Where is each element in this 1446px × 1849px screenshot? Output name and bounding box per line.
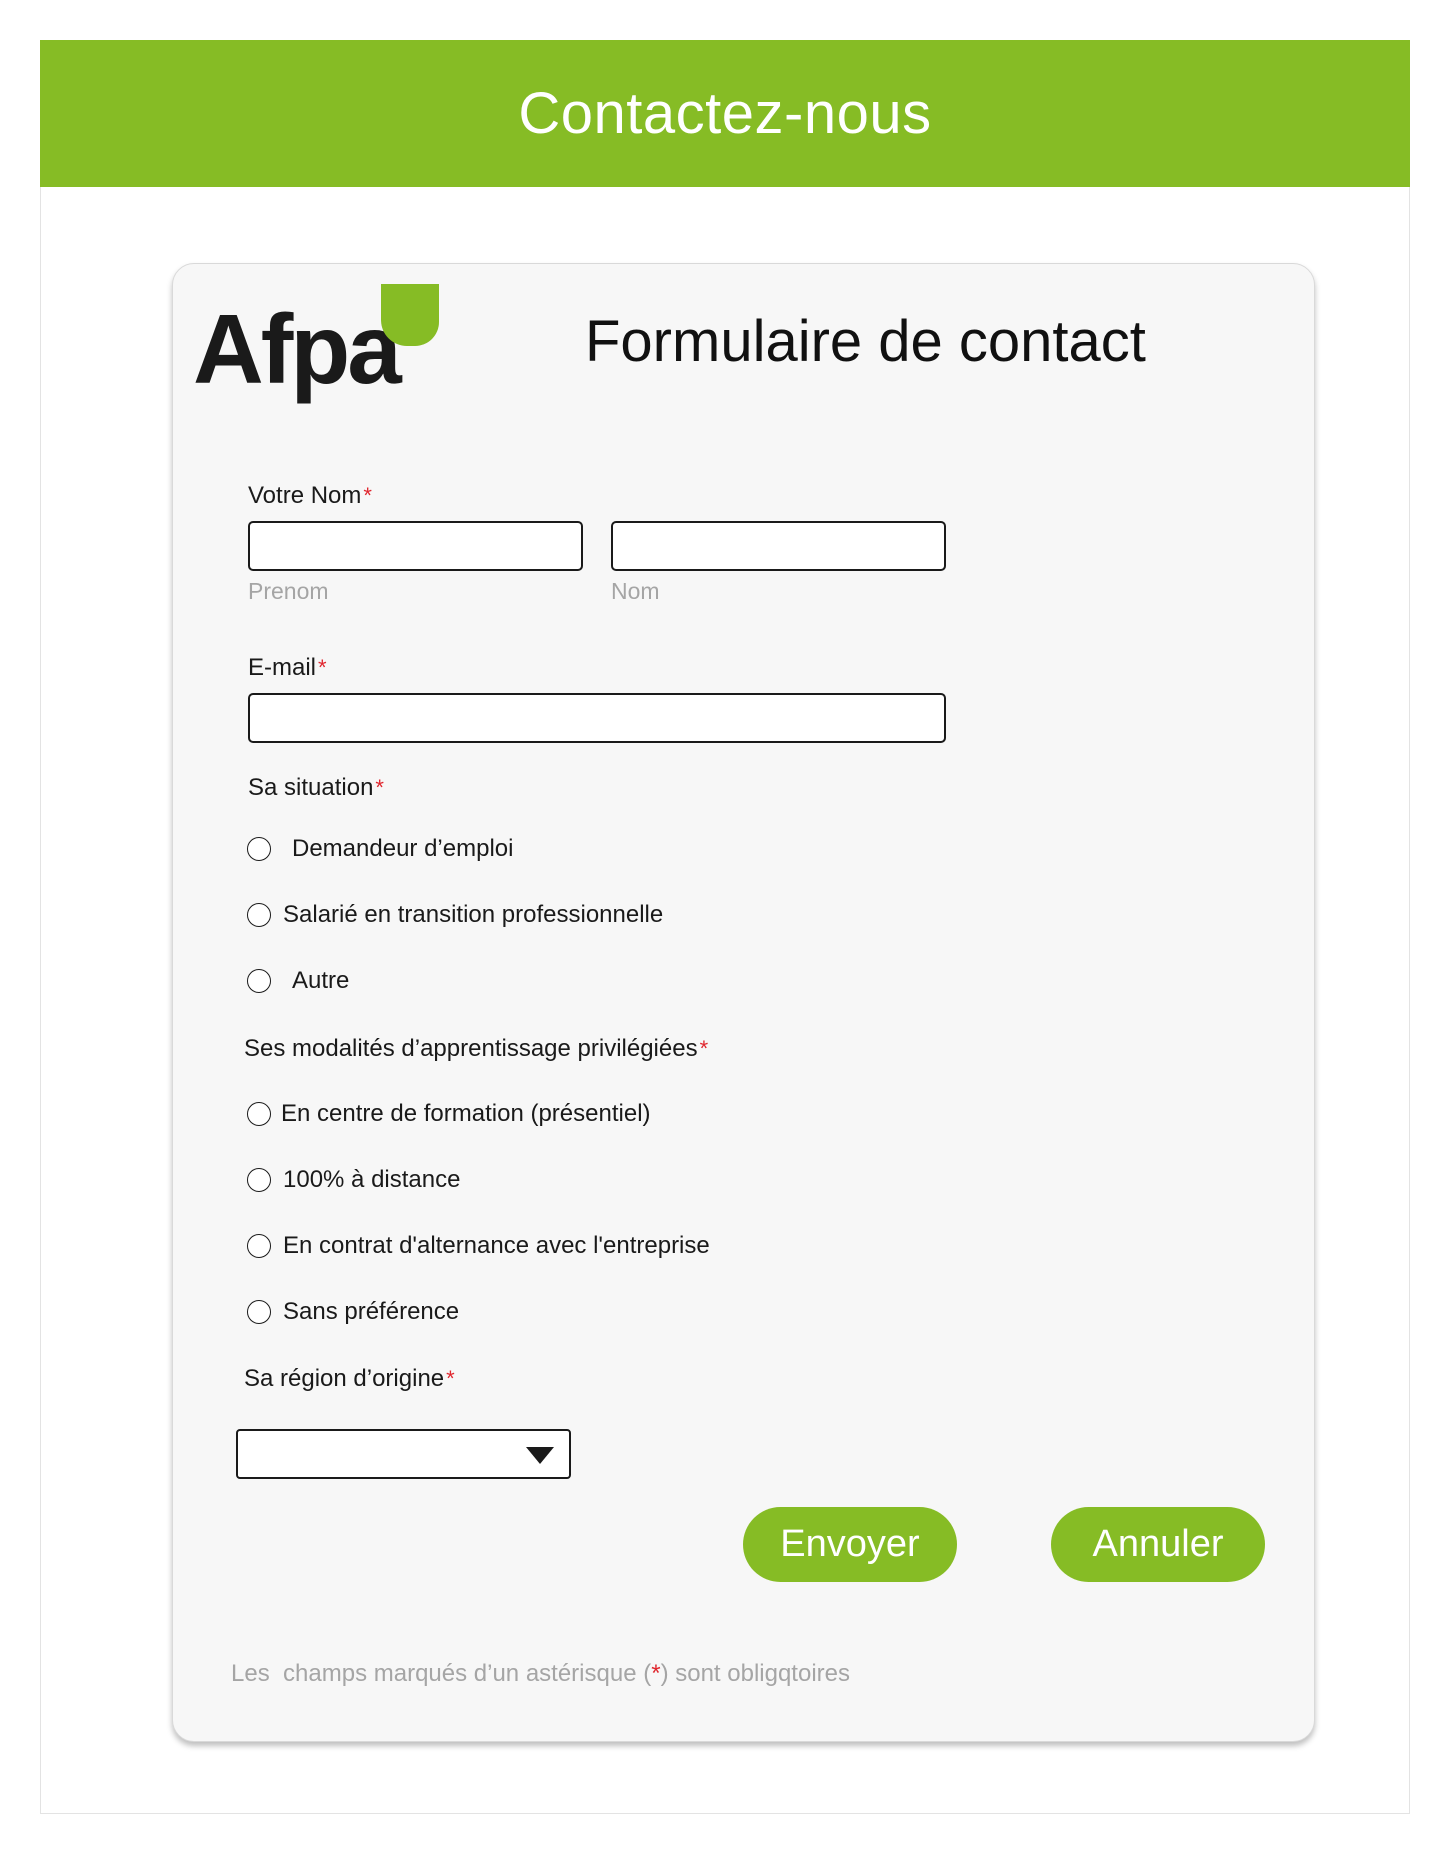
radio-label: En contrat d'alternance avec l'entrepris…: [283, 1232, 710, 1259]
radio-button[interactable]: [247, 1102, 271, 1126]
leaf-icon: [381, 284, 439, 346]
required-asterisk: *: [446, 1366, 455, 1391]
last-name-input[interactable]: [611, 521, 946, 571]
learning-option-distance[interactable]: 100% à distance: [247, 1166, 460, 1194]
radio-label: 100% à distance: [283, 1166, 461, 1193]
radio-label: Salarié en transition professionnelle: [283, 901, 664, 928]
region-label-text: Sa région d’origine: [244, 1365, 445, 1392]
caret-down-icon[interactable]: [526, 1447, 554, 1464]
form-title: Formulaire de contact: [585, 309, 1146, 374]
email-input[interactable]: [248, 693, 946, 743]
situation-label-text: Sa situation: [248, 774, 374, 801]
region-label: Sa région d’origine*: [244, 1365, 455, 1393]
page-title: Contactez-nous: [518, 81, 932, 146]
region-select[interactable]: [236, 1429, 571, 1479]
submit-button[interactable]: Envoyer: [743, 1507, 957, 1582]
learning-option-alternance[interactable]: En contrat d'alternance avec l'entrepris…: [247, 1232, 710, 1260]
required-asterisk: *: [651, 1660, 661, 1687]
radio-button[interactable]: [247, 837, 271, 861]
required-asterisk: *: [363, 483, 372, 508]
name-label: Votre Nom*: [248, 482, 372, 510]
required-asterisk: *: [375, 775, 384, 800]
situation-option-demandeur[interactable]: Demandeur d’emploi: [247, 835, 513, 863]
email-label-text: E-mail: [248, 654, 317, 681]
learning-option-sans-preference[interactable]: Sans préférence: [247, 1298, 459, 1326]
radio-label: Demandeur d’emploi: [292, 835, 514, 862]
required-asterisk: *: [699, 1036, 709, 1061]
radio-label: Sans préférence: [283, 1298, 460, 1325]
radio-label: En centre de formation (présentiel): [281, 1100, 651, 1127]
first-name-hint: Prenom: [248, 578, 329, 604]
email-label: E-mail*: [248, 654, 327, 682]
radio-button[interactable]: [247, 903, 271, 927]
radio-button[interactable]: [247, 1300, 271, 1324]
name-label-text: Votre Nom: [248, 482, 362, 509]
learning-label: Ses modalités d’apprentissage privilégié…: [244, 1035, 708, 1063]
page-header: Contactez-nous: [40, 40, 1410, 187]
learning-option-centre[interactable]: En centre de formation (présentiel): [247, 1100, 651, 1128]
radio-button[interactable]: [247, 969, 271, 993]
learning-label-text: Ses modalités d’apprentissage privilégié…: [244, 1035, 698, 1062]
situation-option-autre[interactable]: Autre: [247, 967, 349, 995]
note-text-end: ) sont obligqtoires: [660, 1660, 850, 1687]
required-fields-note: Les champs marqués d’un astérisque (*) s…: [231, 1660, 850, 1688]
radio-button[interactable]: [247, 1168, 271, 1192]
cancel-button[interactable]: Annuler: [1051, 1507, 1265, 1582]
afpa-logo: Afpa: [193, 280, 453, 415]
radio-label: Autre: [292, 967, 350, 994]
first-name-input[interactable]: [248, 521, 583, 571]
note-text-start: Les champs marqués d’un astérisque (: [231, 1660, 652, 1687]
situation-label: Sa situation*: [248, 774, 384, 802]
logo-text: Afpa: [193, 294, 402, 404]
radio-button[interactable]: [247, 1234, 271, 1258]
last-name-hint: Nom: [611, 578, 660, 604]
required-asterisk: *: [318, 655, 327, 680]
situation-option-salarie[interactable]: Salarié en transition professionnelle: [247, 901, 663, 929]
